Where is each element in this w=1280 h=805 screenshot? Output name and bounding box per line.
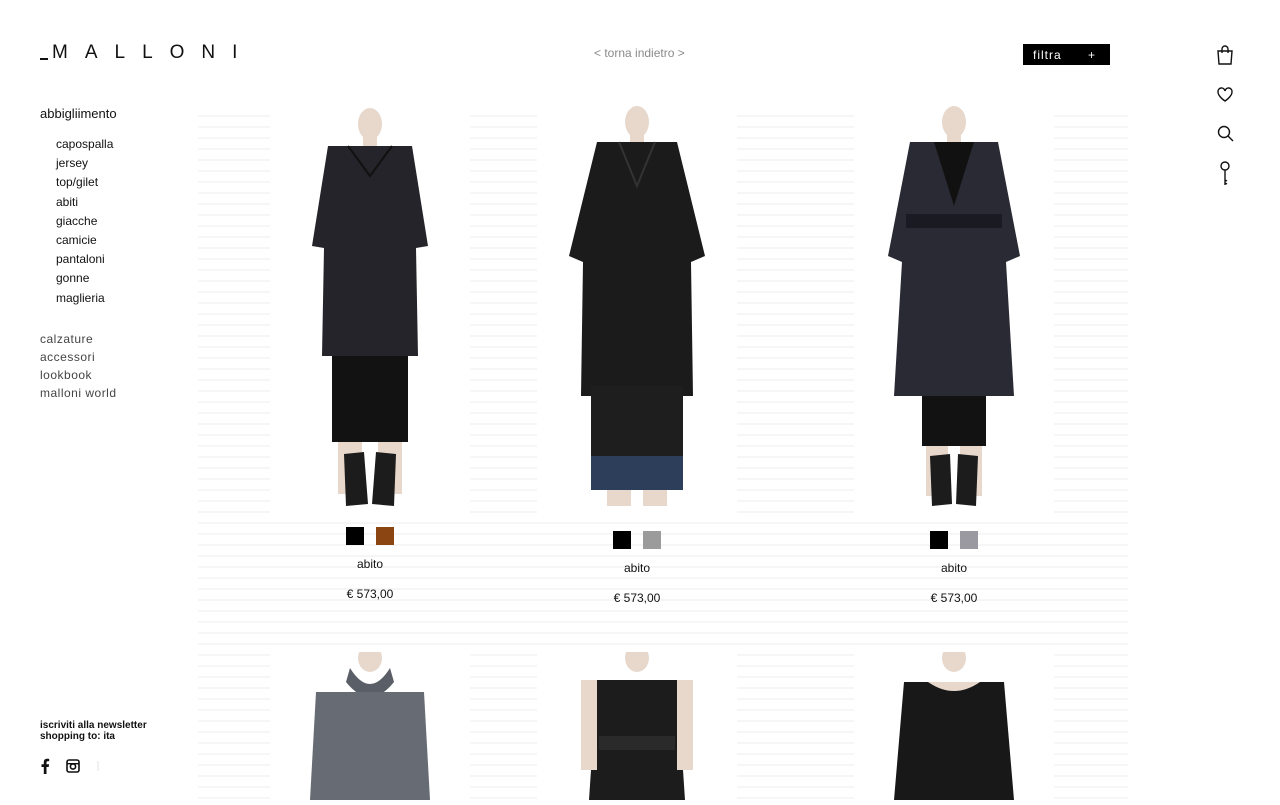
nav-lookbook[interactable]: lookbook bbox=[40, 366, 190, 384]
product-card[interactable]: abito € 573,00 bbox=[537, 106, 737, 605]
product-card[interactable]: abito € 573,00 bbox=[270, 106, 470, 601]
subcategory-giacche[interactable]: giacche bbox=[56, 212, 190, 231]
subcategory-maglieria[interactable]: maglieria bbox=[56, 289, 190, 308]
bag-icon[interactable] bbox=[1214, 44, 1236, 66]
color-swatch[interactable] bbox=[930, 531, 948, 549]
main-category-list: calzature accessori lookbook malloni wor… bbox=[40, 330, 190, 402]
category-title[interactable]: abbigliimento bbox=[40, 106, 190, 121]
logo-dash bbox=[40, 58, 48, 60]
product-price: € 573,00 bbox=[930, 591, 978, 605]
shopping-country-link[interactable]: shopping to: ita bbox=[40, 731, 147, 742]
subcategory-top-gilet[interactable]: top/gilet bbox=[56, 173, 190, 192]
product-image[interactable] bbox=[537, 644, 737, 800]
subcategory-jersey[interactable]: jersey bbox=[56, 154, 190, 173]
logo-text: MALLONI bbox=[52, 42, 255, 63]
filter-button[interactable]: filtra + bbox=[1023, 44, 1110, 65]
color-swatch[interactable] bbox=[643, 531, 661, 549]
back-link[interactable]: < torna indietro > bbox=[594, 46, 685, 60]
search-icon[interactable] bbox=[1214, 122, 1236, 144]
color-swatch[interactable] bbox=[376, 527, 394, 545]
product-card[interactable] bbox=[537, 644, 737, 800]
product-image[interactable] bbox=[854, 644, 1054, 800]
nav-calzature[interactable]: calzature bbox=[40, 330, 190, 348]
newsletter-link[interactable]: iscriviti alla newsletter bbox=[40, 720, 147, 731]
product-name[interactable]: abito bbox=[854, 561, 1054, 575]
product-price: € 573,00 bbox=[346, 587, 394, 601]
product-image[interactable] bbox=[270, 106, 470, 514]
color-swatch[interactable] bbox=[346, 527, 364, 545]
product-card[interactable]: abito € 573,00 bbox=[854, 106, 1054, 605]
product-card[interactable] bbox=[854, 644, 1054, 800]
social-links bbox=[40, 758, 100, 779]
color-swatch[interactable] bbox=[613, 531, 631, 549]
utility-icons bbox=[1214, 44, 1236, 200]
product-image[interactable] bbox=[854, 106, 1054, 514]
subcategory-capospalla[interactable]: capospalla bbox=[56, 135, 190, 154]
nav-accessori[interactable]: accessori bbox=[40, 348, 190, 366]
social-divider bbox=[96, 759, 100, 778]
facebook-icon[interactable] bbox=[40, 758, 50, 779]
plus-icon: + bbox=[1087, 47, 1096, 62]
subcategory-pantaloni[interactable]: pantaloni bbox=[56, 250, 190, 269]
color-swatches bbox=[537, 531, 737, 549]
sidebar-nav: abbigliimento capospalla jersey top/gile… bbox=[40, 106, 190, 402]
footer-links: iscriviti alla newsletter shopping to: i… bbox=[40, 720, 147, 742]
color-swatches bbox=[854, 531, 1054, 549]
nav-malloni-world[interactable]: malloni world bbox=[40, 384, 190, 402]
heart-icon[interactable] bbox=[1214, 83, 1236, 105]
product-name[interactable]: abito bbox=[270, 557, 470, 571]
product-image[interactable] bbox=[270, 644, 470, 800]
brand-logo[interactable]: MALLONI bbox=[40, 42, 255, 63]
product-price: € 573,00 bbox=[613, 591, 661, 605]
color-swatches bbox=[270, 527, 470, 545]
product-card[interactable] bbox=[270, 644, 470, 800]
subcategory-gonne[interactable]: gonne bbox=[56, 269, 190, 288]
product-image[interactable] bbox=[537, 106, 737, 514]
key-icon[interactable] bbox=[1214, 161, 1236, 185]
product-name[interactable]: abito bbox=[537, 561, 737, 575]
subcategory-camicie[interactable]: camicie bbox=[56, 231, 190, 250]
color-swatch[interactable] bbox=[960, 531, 978, 549]
filter-label: filtra bbox=[1033, 47, 1062, 62]
subcategory-list: capospalla jersey top/gilet abiti giacch… bbox=[56, 135, 190, 308]
instagram-icon[interactable] bbox=[66, 759, 80, 778]
subcategory-abiti[interactable]: abiti bbox=[56, 193, 190, 212]
